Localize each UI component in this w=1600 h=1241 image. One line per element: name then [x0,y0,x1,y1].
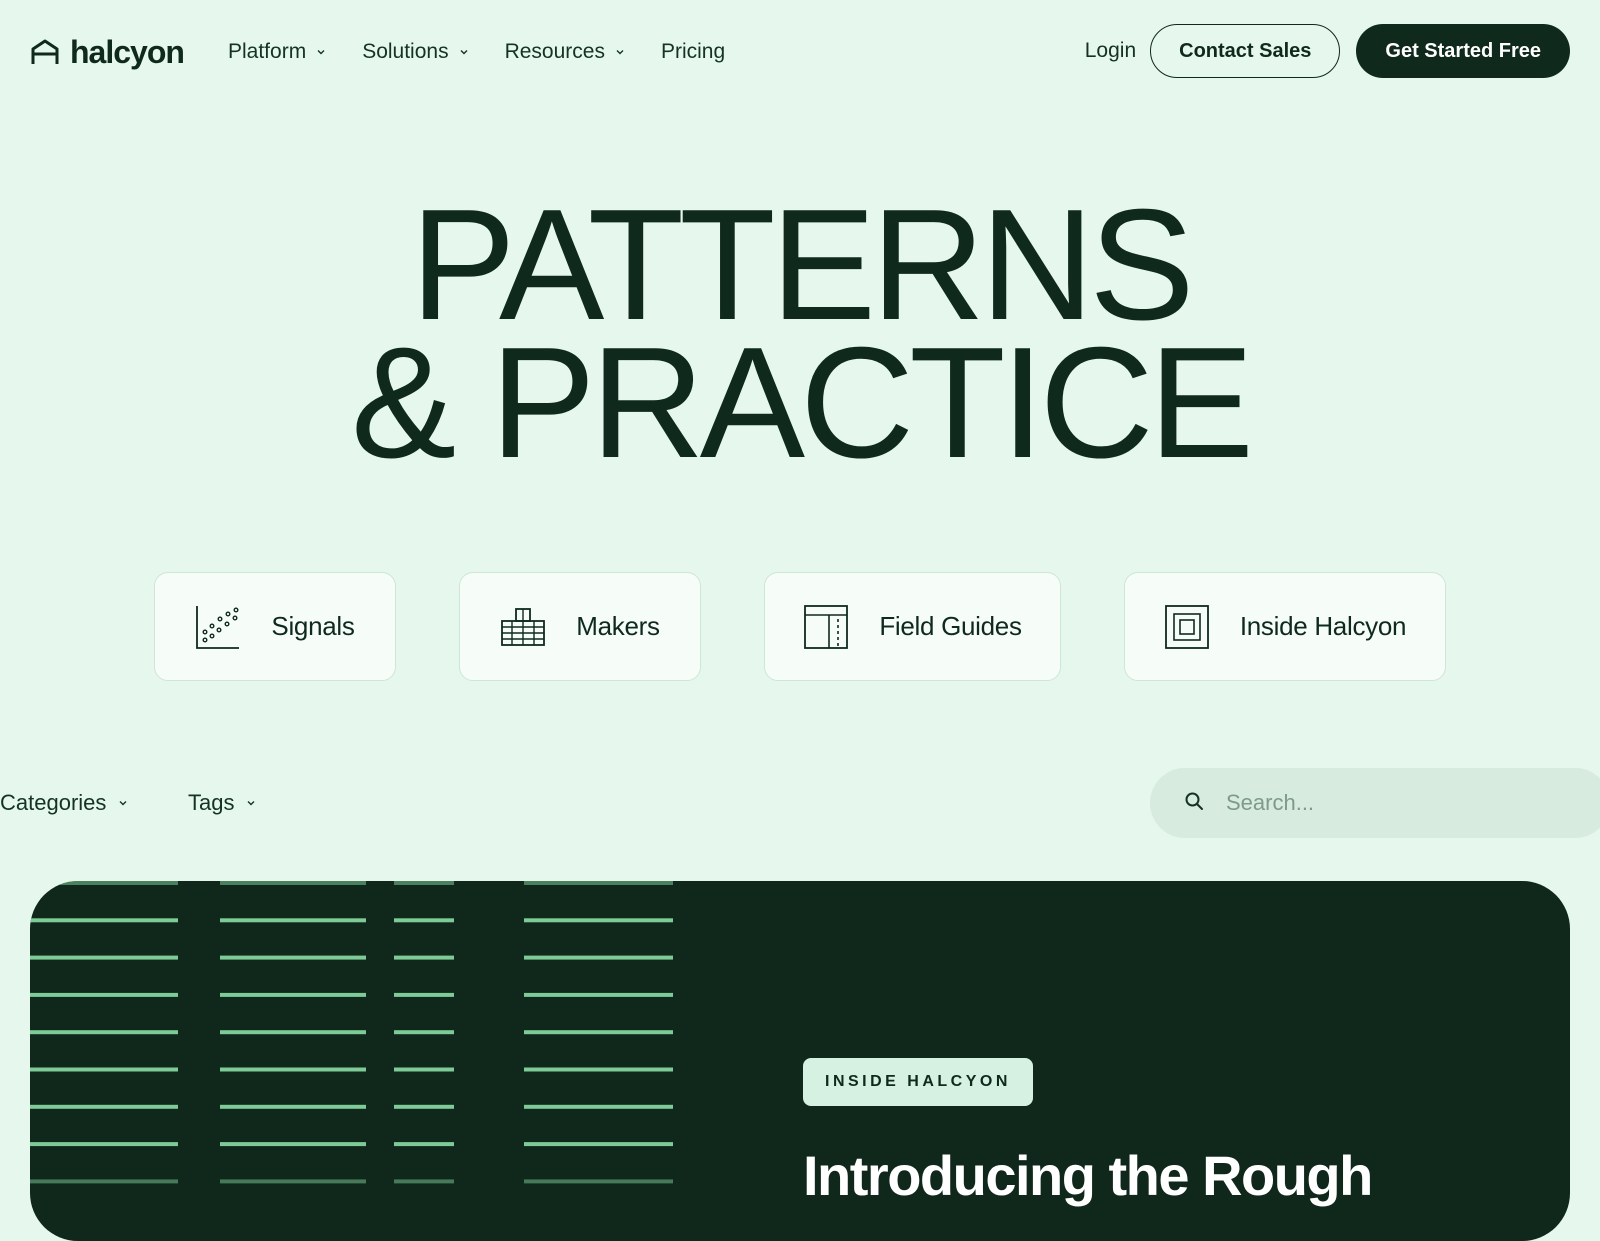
stripe-line [394,955,454,960]
stripe-line [30,1030,178,1035]
stripe-line [220,992,366,997]
stripe-line [524,918,673,923]
stripe-line [524,881,673,885]
stripe-line [394,1030,454,1035]
layout-panel-icon [803,604,849,650]
stripe-line [220,1067,366,1072]
nav-actions: Login Contact Sales Get Started Free [1085,24,1570,78]
category-card-inside-halcyon[interactable]: Inside Halcyon [1124,572,1446,681]
category-label: Signals [271,611,355,641]
get-started-button[interactable]: Get Started Free [1356,24,1570,78]
stripe-line [30,918,178,923]
chevron-down-icon [119,801,127,806]
brand-name: halcyon [70,33,185,70]
categories-filter[interactable]: Categories [0,783,128,823]
chevron-down-icon [247,801,255,806]
nav-solutions[interactable]: Solutions [362,40,468,64]
nested-square-icon [1164,604,1210,650]
nav-pricing[interactable]: Pricing [661,40,725,64]
stripe-line [30,1179,178,1184]
scatter-chart-icon [195,604,241,650]
stripe-line [524,1067,673,1072]
stripe-line [524,1030,673,1035]
featured-article-card[interactable]: INSIDE HALCYON Introducing the Rough [30,881,1570,1241]
stripe-line [220,881,366,885]
nav-resources-label: Resources [504,40,605,63]
stripe-line [394,1142,454,1147]
stripe-line [30,1067,178,1072]
chevron-down-icon [460,50,468,55]
stripe-line [394,1067,454,1072]
nav-solutions-label: Solutions [362,40,449,63]
nav-pricing-label: Pricing [660,40,726,63]
stripe-line [220,1142,366,1147]
stripe-line [220,955,366,960]
nav-platform-label: Platform [228,40,307,63]
category-card-field-guides[interactable]: Field Guides [764,572,1061,681]
stripe-line [524,1142,673,1147]
stripe-line [394,1104,454,1109]
login-link[interactable]: Login [1085,39,1136,63]
category-label: Inside Halcyon [1239,611,1407,641]
stripe-line [30,881,178,885]
category-card-makers[interactable]: Makers [459,572,701,681]
category-card-signals[interactable]: Signals [154,572,396,681]
hero-line-1: PATTERNS [410,177,1194,353]
stripe-line [524,1179,673,1184]
article-title: Introducing the Rough [803,1144,1373,1207]
stripe-line [220,1179,366,1184]
stripe-line [30,1104,178,1109]
hero-title: PATTERNS & PRACTICE [0,177,1600,491]
hero-line-2: & PRACTICE [350,315,1254,491]
top-nav: halcyon Platform Solutions Resources Pri… [0,0,1600,104]
nav-platform[interactable]: Platform [228,40,326,64]
tags-filter-label: Tags [188,790,235,815]
stripe-line [30,1142,178,1147]
stripe-line [524,992,673,997]
stripe-line [394,918,454,923]
stripe-line [220,1104,366,1109]
stripe-line [30,955,178,960]
chevron-down-icon [317,50,325,55]
stripe-line [524,1104,673,1109]
buildings-icon [500,607,546,647]
stripe-line [394,881,454,885]
nav-resources[interactable]: Resources [505,40,625,64]
stripe-line [30,992,178,997]
stripe-line [524,955,673,960]
search-input[interactable] [1224,789,1544,817]
search-icon [1184,791,1204,816]
categories-filter-label: Categories [0,790,107,815]
category-label: Makers [576,611,660,641]
search-box[interactable] [1150,768,1600,838]
decorative-stripes [30,881,673,1184]
chevron-down-icon [616,50,624,55]
stripe-line [394,992,454,997]
contact-sales-button[interactable]: Contact Sales [1150,24,1341,78]
house-outline-icon [30,38,60,66]
primary-nav: Platform Solutions Resources Pricing [228,34,761,70]
stripe-line [220,1030,366,1035]
article-category-badge: INSIDE HALCYON [803,1058,1033,1106]
brand-logo[interactable]: halcyon [30,32,185,72]
stripe-line [220,918,366,923]
category-label: Field Guides [879,611,1022,641]
tags-filter[interactable]: Tags [188,783,256,823]
stripe-line [394,1179,454,1184]
